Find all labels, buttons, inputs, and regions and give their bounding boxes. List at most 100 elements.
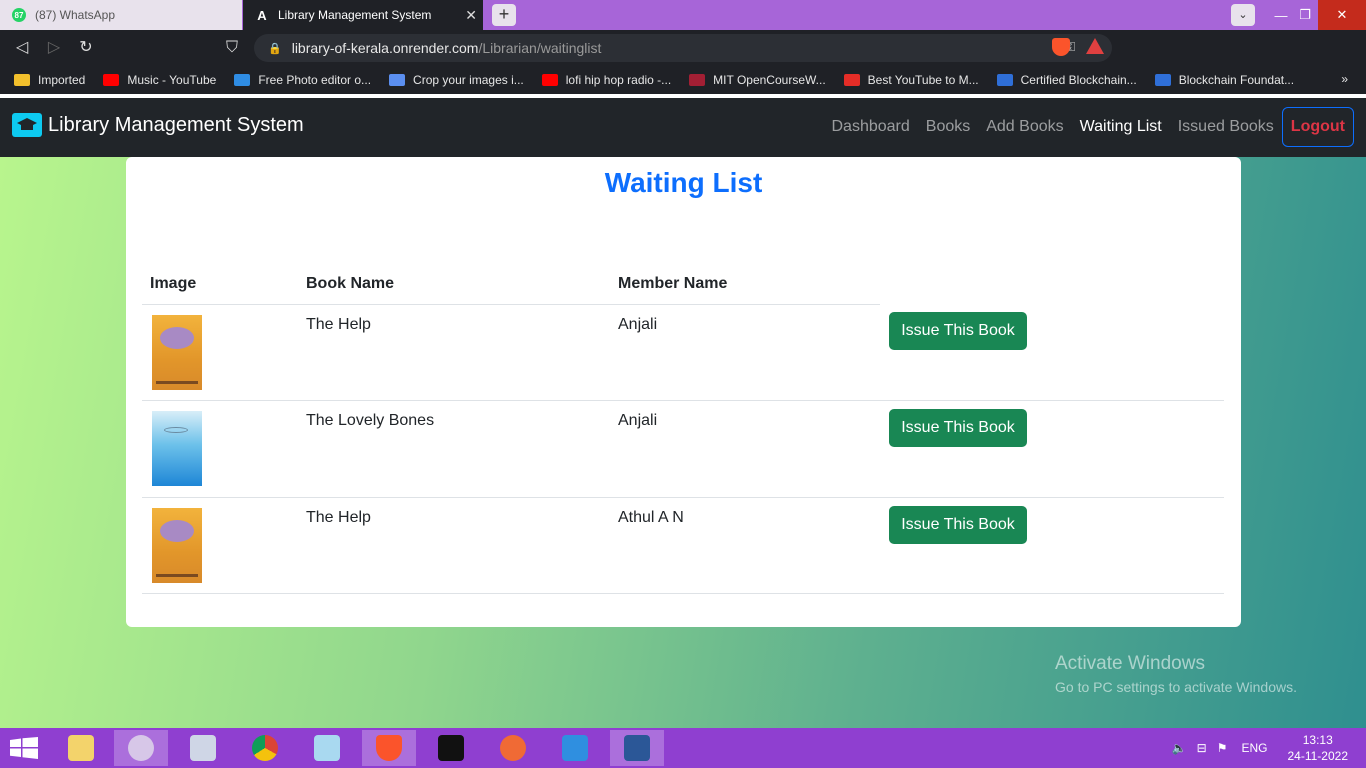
action-center-flag-icon[interactable]: ⚑ — [1217, 741, 1228, 755]
bookmark-mit[interactable]: MIT OpenCourseW... — [689, 73, 826, 87]
windows-taskbar: 🔈 ⊟ ⚑ ENG 13:13 24-11-2022 — [0, 728, 1366, 768]
issue-book-button[interactable]: Issue This Book — [889, 409, 1027, 447]
more-bookmarks-icon[interactable]: » — [1341, 72, 1348, 86]
book-cover-image — [152, 411, 202, 486]
youtube-icon — [103, 74, 120, 86]
whatsapp-icon: 87 — [12, 8, 26, 22]
member-name: Athul A N — [618, 509, 684, 526]
vscode-icon[interactable] — [548, 730, 602, 766]
tab-library[interactable]: A Library Management System ✕ — [243, 0, 483, 30]
photo-editor-icon — [234, 74, 251, 86]
bookmark-imported[interactable]: Imported — [14, 73, 85, 87]
bookmark-certified-blockchain[interactable]: Certified Blockchain... — [996, 73, 1137, 87]
bookmark-label: lofi hip hop radio -... — [565, 73, 672, 87]
restore-icon[interactable]: ❐ — [1290, 0, 1320, 30]
nav-waiting-list[interactable]: Waiting List — [1080, 118, 1162, 136]
bookmark-label: Best YouTube to M... — [867, 73, 979, 87]
bookmark-photo-editor[interactable]: Free Photo editor o... — [234, 73, 371, 87]
postman-icon[interactable] — [486, 730, 540, 766]
blockchain-icon — [996, 74, 1013, 86]
youtube-icon — [541, 74, 558, 86]
translator-icon[interactable] — [176, 730, 230, 766]
bookmark-icon[interactable]: ⛉ — [222, 38, 242, 58]
url-path: /Librarian/waitinglist — [478, 40, 602, 56]
blockchain-icon — [1154, 74, 1171, 86]
url-host: library-of-kerala.onrender.com — [291, 40, 479, 56]
browser-tab-bar: 87 (87) WhatsApp A Library Management Sy… — [0, 0, 1366, 30]
angular-icon: A — [257, 7, 267, 23]
nav-add-books[interactable]: Add Books — [986, 118, 1063, 136]
close-window-icon[interactable]: ✕ — [1318, 0, 1366, 30]
back-icon[interactable]: ◁ — [12, 38, 32, 58]
tab-search-button[interactable]: ⌄ — [1231, 4, 1255, 26]
snipping-tool-icon[interactable] — [114, 730, 168, 766]
network-icon[interactable]: ⊟ — [1197, 741, 1207, 755]
brave-browser-icon[interactable] — [362, 730, 416, 766]
bookmark-youtube-mp3[interactable]: Best YouTube to M... — [843, 73, 979, 87]
volume-icon[interactable]: 🔈 — [1172, 741, 1187, 755]
folder-icon — [14, 74, 30, 86]
column-header-image: Image — [150, 275, 197, 292]
issue-book-button[interactable]: Issue This Book — [889, 506, 1027, 544]
column-header-member: Member Name — [618, 275, 728, 292]
language-indicator[interactable]: ENG — [1241, 741, 1267, 755]
converter-icon — [843, 74, 860, 86]
bookmark-lofi[interactable]: lofi hip hop radio -... — [541, 73, 672, 87]
forward-icon[interactable]: ▷ — [44, 38, 64, 58]
mit-icon — [689, 74, 706, 86]
url-input[interactable]: 🔒 library-of-kerala.onrender.com/Librari… — [254, 34, 1112, 62]
book-name: The Help — [306, 316, 371, 333]
bookmarks-bar: Imported Music - YouTube Free Photo edit… — [0, 66, 1366, 94]
tab-whatsapp[interactable]: 87 (87) WhatsApp — [0, 0, 242, 30]
bookmark-label: Imported — [38, 73, 86, 87]
nav-dashboard[interactable]: Dashboard — [831, 118, 909, 136]
new-tab-button[interactable]: + — [492, 4, 516, 26]
book-cover-image — [152, 508, 202, 583]
word-icon[interactable] — [610, 730, 664, 766]
lock-icon: 🔒 — [268, 42, 282, 55]
page-background: Waiting List Image Book Name Member Name… — [0, 157, 1366, 728]
member-name: Anjali — [618, 316, 658, 333]
notepad-icon[interactable] — [300, 730, 354, 766]
windows-start-icon[interactable] — [10, 737, 38, 759]
tab-title: (87) WhatsApp — [35, 8, 116, 22]
logout-button[interactable]: Logout — [1281, 107, 1354, 147]
bookmark-blockchain-foundation[interactable]: Blockchain Foundat... — [1154, 73, 1295, 87]
bookmark-label: Free Photo editor o... — [258, 73, 372, 87]
activate-windows-watermark: Activate Windows Go to PC settings to ac… — [1055, 653, 1297, 695]
book-name: The Lovely Bones — [306, 412, 435, 429]
issue-book-button[interactable]: Issue This Book — [889, 312, 1027, 350]
brave-rewards-icon[interactable] — [1086, 38, 1104, 54]
header-divider — [142, 304, 880, 305]
graduation-cap-icon — [12, 113, 42, 137]
bookmark-label: MIT OpenCourseW... — [713, 73, 826, 87]
chrome-icon[interactable] — [238, 730, 292, 766]
brand-title: Library Management System — [48, 113, 304, 136]
close-tab-icon[interactable]: ✕ — [465, 7, 477, 24]
nav-issued-books[interactable]: Issued Books — [1178, 118, 1274, 136]
clock[interactable]: 13:13 24-11-2022 — [1288, 732, 1349, 764]
file-explorer-icon[interactable] — [54, 730, 108, 766]
watermark-title: Activate Windows — [1055, 653, 1205, 674]
tab-title: Library Management System — [278, 8, 432, 22]
terminal-icon[interactable] — [424, 730, 478, 766]
nav-books[interactable]: Books — [926, 118, 970, 136]
bookmark-label: Blockchain Foundat... — [1178, 73, 1295, 87]
nav-links: Dashboard Books Add Books Waiting List I… — [815, 107, 1354, 147]
bookmark-label: Music - YouTube — [127, 73, 217, 87]
page-title: Waiting List — [604, 167, 763, 198]
address-bar-row: ◁ ▷ ↻ ⛉ 🔒 library-of-kerala.onrender.com… — [0, 30, 1366, 85]
row-divider — [142, 400, 1224, 401]
brand[interactable]: Library Management System — [12, 113, 304, 137]
clock-time: 13:13 — [1302, 733, 1333, 747]
bookmark-crop[interactable]: Crop your images i... — [389, 73, 524, 87]
brave-shield-icon[interactable] — [1052, 38, 1070, 56]
reload-icon[interactable]: ↻ — [76, 38, 96, 58]
row-divider — [142, 593, 1224, 594]
bookmark-label: Certified Blockchain... — [1020, 73, 1137, 87]
crop-icon — [389, 74, 406, 86]
app-navbar: Library Management System Dashboard Book… — [0, 98, 1366, 157]
waiting-list-card: Waiting List Image Book Name Member Name… — [126, 157, 1241, 627]
bookmark-youtube[interactable]: Music - YouTube — [103, 73, 216, 87]
clock-date: 24-11-2022 — [1287, 749, 1349, 763]
